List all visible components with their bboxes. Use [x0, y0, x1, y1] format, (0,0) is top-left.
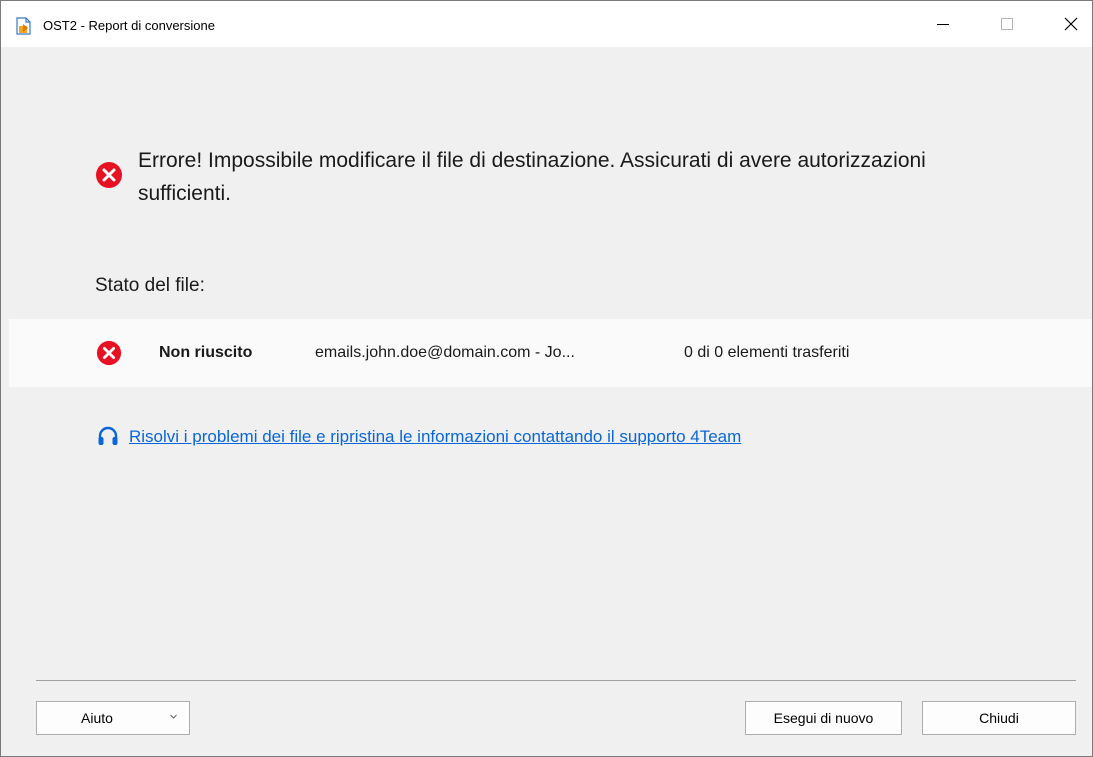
items-transferred-count: 0 di 0 elementi trasferiti	[684, 344, 850, 361]
maximize-icon	[1001, 18, 1013, 30]
headset-icon	[98, 426, 118, 445]
run-again-button[interactable]: Esegui di nuovo	[745, 701, 902, 735]
error-message: Errore! Impossibile modificare il file d…	[138, 149, 926, 205]
footer-divider	[36, 680, 1076, 681]
file-name: emails.john.doe@domain.com - Jo...	[315, 344, 575, 361]
document-export-icon	[16, 17, 31, 35]
file-status-label: Stato del file:	[95, 275, 205, 296]
close-icon	[1064, 17, 1078, 31]
window-title: OST2 - Report di conversione	[43, 18, 215, 33]
help-dropdown-button[interactable]: Aiuto	[36, 701, 190, 735]
error-circle-icon	[96, 162, 122, 188]
close-window-button[interactable]	[1048, 1, 1093, 47]
maximize-button[interactable]	[984, 1, 1030, 47]
minimize-icon	[937, 24, 949, 25]
error-circle-icon	[96, 340, 122, 366]
file-status-row: Non riuscito emails.john.doe@domain.com …	[9, 319, 1092, 387]
support-link[interactable]: Risolvi i problemi dei file e ripristina…	[97, 426, 741, 448]
conversion-report-window: OST2 - Report di conversione Errore! Imp…	[0, 0, 1093, 757]
help-button-label: Aiuto	[81, 710, 113, 726]
file-status-text: Non riuscito	[159, 344, 253, 361]
chevron-down-icon	[170, 714, 177, 719]
title-bar[interactable]: OST2 - Report di conversione	[1, 1, 1092, 47]
support-link-text[interactable]: Risolvi i problemi dei file e ripristina…	[129, 427, 741, 447]
minimize-button[interactable]	[920, 1, 966, 47]
close-button[interactable]: Chiudi	[922, 701, 1076, 735]
